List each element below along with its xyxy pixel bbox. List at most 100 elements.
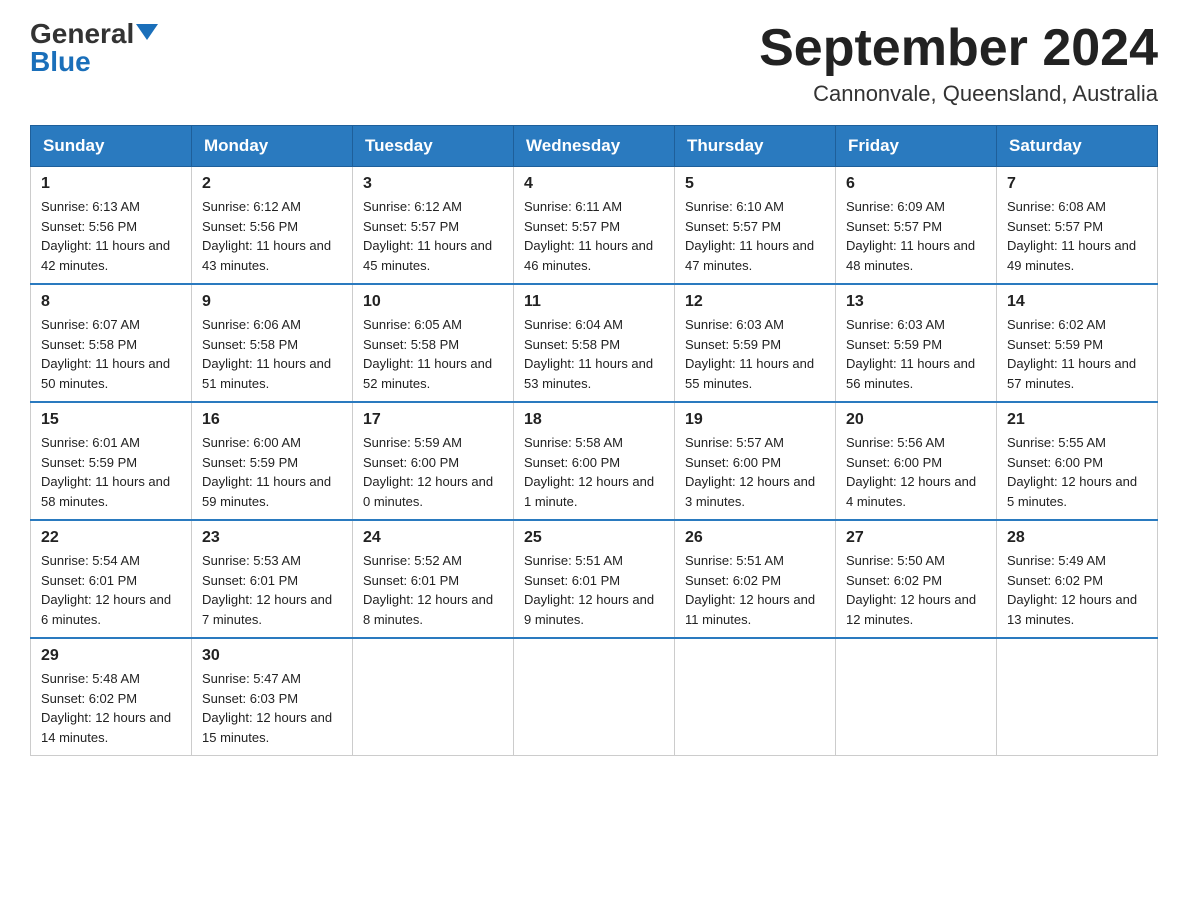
calendar-cell: 13 Sunrise: 6:03 AMSunset: 5:59 PMDayligh… xyxy=(836,284,997,402)
day-info: Sunrise: 5:54 AMSunset: 6:01 PMDaylight:… xyxy=(41,551,181,629)
calendar-cell: 11 Sunrise: 6:04 AMSunset: 5:58 PMDayligh… xyxy=(514,284,675,402)
day-info: Sunrise: 6:12 AMSunset: 5:56 PMDaylight:… xyxy=(202,197,342,275)
day-header-friday: Friday xyxy=(836,126,997,167)
day-number: 25 xyxy=(524,529,664,547)
day-number: 21 xyxy=(1007,411,1147,429)
day-header-saturday: Saturday xyxy=(997,126,1158,167)
calendar-cell: 21 Sunrise: 5:55 AMSunset: 6:00 PMDayligh… xyxy=(997,402,1158,520)
day-info: Sunrise: 6:11 AMSunset: 5:57 PMDaylight:… xyxy=(524,197,664,275)
day-number: 28 xyxy=(1007,529,1147,547)
calendar-week-row: 22 Sunrise: 5:54 AMSunset: 6:01 PMDayligh… xyxy=(31,520,1158,638)
calendar-cell: 15 Sunrise: 6:01 AMSunset: 5:59 PMDayligh… xyxy=(31,402,192,520)
day-info: Sunrise: 6:03 AMSunset: 5:59 PMDaylight:… xyxy=(846,315,986,393)
calendar-week-row: 8 Sunrise: 6:07 AMSunset: 5:58 PMDaylight… xyxy=(31,284,1158,402)
day-number: 12 xyxy=(685,293,825,311)
day-number: 5 xyxy=(685,175,825,193)
day-number: 23 xyxy=(202,529,342,547)
day-number: 15 xyxy=(41,411,181,429)
day-info: Sunrise: 6:09 AMSunset: 5:57 PMDaylight:… xyxy=(846,197,986,275)
day-info: Sunrise: 5:47 AMSunset: 6:03 PMDaylight:… xyxy=(202,669,342,747)
calendar-cell: 26 Sunrise: 5:51 AMSunset: 6:02 PMDayligh… xyxy=(675,520,836,638)
day-info: Sunrise: 6:02 AMSunset: 5:59 PMDaylight:… xyxy=(1007,315,1147,393)
day-number: 6 xyxy=(846,175,986,193)
calendar-cell xyxy=(353,638,514,756)
day-info: Sunrise: 6:10 AMSunset: 5:57 PMDaylight:… xyxy=(685,197,825,275)
day-info: Sunrise: 5:59 AMSunset: 6:00 PMDaylight:… xyxy=(363,433,503,511)
day-info: Sunrise: 6:00 AMSunset: 5:59 PMDaylight:… xyxy=(202,433,342,511)
day-number: 14 xyxy=(1007,293,1147,311)
day-header-monday: Monday xyxy=(192,126,353,167)
day-number: 18 xyxy=(524,411,664,429)
day-info: Sunrise: 5:48 AMSunset: 6:02 PMDaylight:… xyxy=(41,669,181,747)
day-number: 26 xyxy=(685,529,825,547)
calendar-cell: 7 Sunrise: 6:08 AMSunset: 5:57 PMDaylight… xyxy=(997,167,1158,285)
calendar-cell: 17 Sunrise: 5:59 AMSunset: 6:00 PMDayligh… xyxy=(353,402,514,520)
day-number: 9 xyxy=(202,293,342,311)
calendar-cell xyxy=(997,638,1158,756)
day-info: Sunrise: 6:13 AMSunset: 5:56 PMDaylight:… xyxy=(41,197,181,275)
day-number: 3 xyxy=(363,175,503,193)
logo-general: General xyxy=(30,20,134,48)
calendar-cell: 8 Sunrise: 6:07 AMSunset: 5:58 PMDaylight… xyxy=(31,284,192,402)
day-info: Sunrise: 6:03 AMSunset: 5:59 PMDaylight:… xyxy=(685,315,825,393)
day-info: Sunrise: 5:52 AMSunset: 6:01 PMDaylight:… xyxy=(363,551,503,629)
calendar-cell: 12 Sunrise: 6:03 AMSunset: 5:59 PMDayligh… xyxy=(675,284,836,402)
calendar-cell: 1 Sunrise: 6:13 AMSunset: 5:56 PMDaylight… xyxy=(31,167,192,285)
day-info: Sunrise: 6:07 AMSunset: 5:58 PMDaylight:… xyxy=(41,315,181,393)
day-info: Sunrise: 6:04 AMSunset: 5:58 PMDaylight:… xyxy=(524,315,664,393)
day-header-sunday: Sunday xyxy=(31,126,192,167)
day-number: 16 xyxy=(202,411,342,429)
day-number: 2 xyxy=(202,175,342,193)
calendar-cell: 9 Sunrise: 6:06 AMSunset: 5:58 PMDaylight… xyxy=(192,284,353,402)
day-number: 27 xyxy=(846,529,986,547)
day-number: 13 xyxy=(846,293,986,311)
calendar-cell: 10Sunrise: 6:05 AMSunset: 5:58 PMDayligh… xyxy=(353,284,514,402)
calendar-cell: 22 Sunrise: 5:54 AMSunset: 6:01 PMDayligh… xyxy=(31,520,192,638)
day-info: Sunrise: 5:51 AMSunset: 6:02 PMDaylight:… xyxy=(685,551,825,629)
day-info: Sunrise: 6:01 AMSunset: 5:59 PMDaylight:… xyxy=(41,433,181,511)
calendar-week-row: 15 Sunrise: 6:01 AMSunset: 5:59 PMDayligh… xyxy=(31,402,1158,520)
day-info: Sunrise: 5:53 AMSunset: 6:01 PMDaylight:… xyxy=(202,551,342,629)
calendar-cell: 4 Sunrise: 6:11 AMSunset: 5:57 PMDaylight… xyxy=(514,167,675,285)
calendar-cell: 16 Sunrise: 6:00 AMSunset: 5:59 PMDayligh… xyxy=(192,402,353,520)
calendar-cell: 24 Sunrise: 5:52 AMSunset: 6:01 PMDayligh… xyxy=(353,520,514,638)
day-number: 11 xyxy=(524,293,664,311)
calendar-cell: 5 Sunrise: 6:10 AMSunset: 5:57 PMDaylight… xyxy=(675,167,836,285)
day-info: Sunrise: 5:57 AMSunset: 6:00 PMDaylight:… xyxy=(685,433,825,511)
calendar-week-row: 29 Sunrise: 5:48 AMSunset: 6:02 PMDayligh… xyxy=(31,638,1158,756)
day-number: 30 xyxy=(202,647,342,665)
logo-blue: Blue xyxy=(30,46,91,77)
calendar-cell: 14 Sunrise: 6:02 AMSunset: 5:59 PMDayligh… xyxy=(997,284,1158,402)
month-title: September 2024 xyxy=(759,20,1158,77)
day-number: 20 xyxy=(846,411,986,429)
day-info: Sunrise: 5:55 AMSunset: 6:00 PMDaylight:… xyxy=(1007,433,1147,511)
logo: General Blue xyxy=(30,20,158,76)
day-number: 4 xyxy=(524,175,664,193)
calendar-cell: 2 Sunrise: 6:12 AMSunset: 5:56 PMDaylight… xyxy=(192,167,353,285)
day-info: Sunrise: 5:50 AMSunset: 6:02 PMDaylight:… xyxy=(846,551,986,629)
day-number: 1 xyxy=(41,175,181,193)
day-number: 22 xyxy=(41,529,181,547)
logo-triangle-icon xyxy=(136,24,158,40)
calendar-cell xyxy=(514,638,675,756)
day-number: 29 xyxy=(41,647,181,665)
calendar-cell: 23 Sunrise: 5:53 AMSunset: 6:01 PMDayligh… xyxy=(192,520,353,638)
day-header-thursday: Thursday xyxy=(675,126,836,167)
day-number: 17 xyxy=(363,411,503,429)
day-info: Sunrise: 5:49 AMSunset: 6:02 PMDaylight:… xyxy=(1007,551,1147,629)
day-info: Sunrise: 6:08 AMSunset: 5:57 PMDaylight:… xyxy=(1007,197,1147,275)
day-info: Sunrise: 6:05 AMSunset: 5:58 PMDaylight:… xyxy=(363,315,503,393)
day-header-tuesday: Tuesday xyxy=(353,126,514,167)
calendar-cell: 6 Sunrise: 6:09 AMSunset: 5:57 PMDaylight… xyxy=(836,167,997,285)
calendar-cell: 27 Sunrise: 5:50 AMSunset: 6:02 PMDayligh… xyxy=(836,520,997,638)
title-area: September 2024 Cannonvale, Queensland, A… xyxy=(759,20,1158,107)
day-number: 8 xyxy=(41,293,181,311)
day-header-wednesday: Wednesday xyxy=(514,126,675,167)
calendar-cell: 29 Sunrise: 5:48 AMSunset: 6:02 PMDayligh… xyxy=(31,638,192,756)
calendar-cell: 18Sunrise: 5:58 AMSunset: 6:00 PMDayligh… xyxy=(514,402,675,520)
day-number: 24 xyxy=(363,529,503,547)
calendar-cell: 25Sunrise: 5:51 AMSunset: 6:01 PMDayligh… xyxy=(514,520,675,638)
day-info: Sunrise: 6:06 AMSunset: 5:58 PMDaylight:… xyxy=(202,315,342,393)
calendar-week-row: 1 Sunrise: 6:13 AMSunset: 5:56 PMDaylight… xyxy=(31,167,1158,285)
day-number: 7 xyxy=(1007,175,1147,193)
